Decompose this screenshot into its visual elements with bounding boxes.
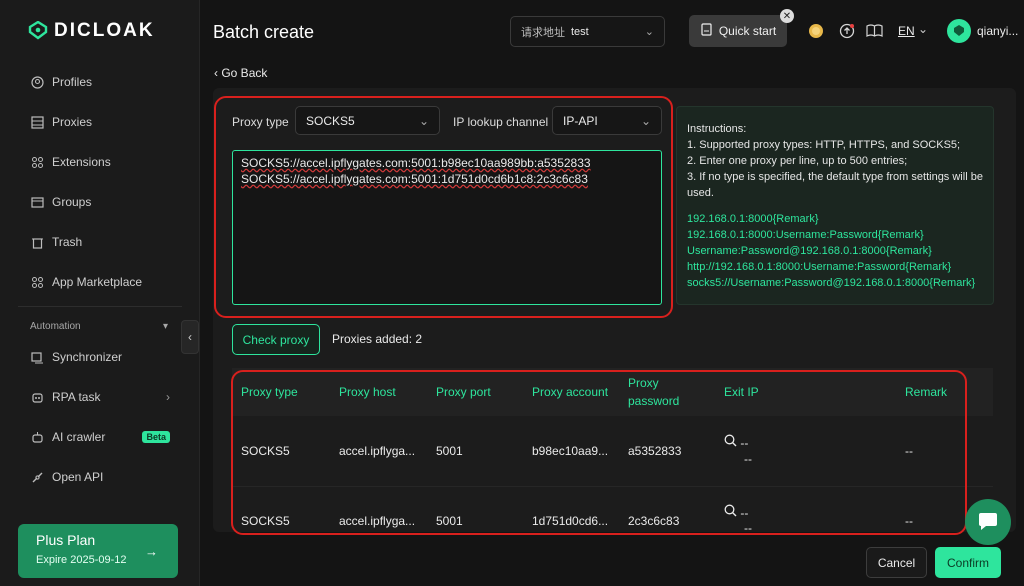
instruction-example: http://192.168.0.1:8000:Username:Passwor… [687, 261, 952, 273]
marketplace-icon [30, 275, 44, 289]
instruction-rule: 2. Enter one proxy per line, up to 500 e… [687, 155, 908, 167]
language-select[interactable]: EN [898, 24, 915, 38]
avatar[interactable] [947, 19, 971, 43]
automation-section-toggle[interactable]: Automation ▾ [18, 315, 182, 337]
trash-icon [30, 235, 44, 249]
sidebar-item-label: Extensions [52, 155, 111, 169]
chat-support-button[interactable] [965, 499, 1011, 545]
sidebar-item-label: Open API [52, 470, 104, 484]
upgrade-icon[interactable] [838, 22, 856, 40]
sidebar-nav: Profiles Proxies Extensions Groups Trash… [18, 62, 182, 497]
coin-icon[interactable] [807, 22, 825, 40]
sidebar-item-label: Trash [52, 235, 83, 249]
go-back-link[interactable]: ‹ Go Back [214, 66, 267, 80]
divider [18, 306, 182, 307]
instruction-rule: 3. If no type is specified, the default … [687, 171, 983, 199]
go-back-label: Go Back [221, 66, 268, 80]
chevron-down-icon: ⌄ [918, 22, 929, 36]
instructions-box: Instructions: 1. Supported proxy types: … [676, 106, 994, 305]
logo-icon [28, 21, 48, 40]
instruction-rule: 1. Supported proxy types: HTTP, HTTPS, a… [687, 139, 961, 151]
instruction-example: 192.168.0.1:8000:Username:Password{Remar… [687, 229, 924, 241]
highlight-box-table [231, 370, 967, 535]
request-address-select[interactable]: 请求地址 test ⌄ [510, 16, 665, 47]
ai-crawler-icon [30, 430, 44, 444]
close-icon[interactable]: ✕ [780, 9, 794, 23]
sidebar-item-trash[interactable]: Trash [18, 222, 182, 262]
brand-name: DICLOAK [54, 20, 155, 41]
instructions-title: Instructions: [687, 123, 747, 135]
docs-icon[interactable] [865, 22, 883, 40]
sidebar-item-label: App Marketplace [52, 275, 143, 289]
book-icon [700, 23, 713, 39]
sidebar-item-label: AI crawler [52, 430, 106, 444]
quick-start-button[interactable]: Quick start [689, 15, 787, 47]
check-proxy-button[interactable]: Check proxy [232, 324, 320, 355]
logo[interactable]: DICLOAK [28, 20, 155, 42]
proxies-added-count: Proxies added: 2 [332, 332, 423, 346]
synchronizer-icon [30, 350, 44, 364]
sidebar-collapse-button[interactable]: ‹ [181, 320, 199, 354]
sidebar-item-app-marketplace[interactable]: App Marketplace [18, 262, 182, 302]
beta-badge: Beta [142, 431, 170, 443]
rpa-icon [30, 390, 44, 404]
sidebar-item-label: Groups [52, 195, 92, 209]
chat-icon [979, 513, 997, 530]
sidebar-item-rpa-task[interactable]: RPA task › [18, 377, 182, 417]
page-title: Batch create [213, 22, 315, 42]
extensions-icon [30, 155, 44, 169]
instruction-example: socks5://Username:Password@192.168.0.1:8… [687, 277, 976, 289]
plan-name: Plus Plan [36, 532, 96, 548]
request-label: 请求地址 [521, 26, 565, 39]
sidebar-item-groups[interactable]: Groups [18, 182, 182, 222]
instruction-example: 192.168.0.1:8000{Remark} [687, 213, 819, 225]
sidebar-item-synchronizer[interactable]: Synchronizer [18, 337, 182, 377]
chevron-right-icon: › [166, 390, 170, 404]
username[interactable]: qianyi... [977, 24, 1018, 38]
instruction-example: Username:Password@192.168.0.1:8000{Remar… [687, 245, 932, 257]
plan-expiry: Expire 2025-09-12 [36, 554, 127, 566]
proxies-icon [30, 115, 44, 129]
sidebar: DICLOAK Profiles Proxies Extensions Grou… [0, 0, 200, 586]
sidebar-item-open-api[interactable]: Open API [18, 457, 182, 497]
quick-start-label: Quick start [718, 24, 777, 38]
highlight-box-form [214, 96, 673, 318]
sidebar-item-ai-crawler[interactable]: AI crawler Beta [18, 417, 182, 457]
caret-down-icon: ▾ [162, 320, 168, 332]
section-label: Automation [30, 320, 81, 332]
arrow-right-icon: → [145, 544, 158, 559]
plan-card[interactable]: Plus Plan Expire 2025-09-12 → [18, 524, 178, 578]
sidebar-item-label: RPA task [52, 390, 101, 404]
api-icon [30, 470, 44, 484]
sidebar-item-label: Synchronizer [52, 350, 123, 364]
groups-icon [30, 195, 44, 209]
sidebar-item-label: Profiles [52, 75, 93, 89]
sidebar-item-extensions[interactable]: Extensions [18, 142, 182, 182]
request-value: test [571, 25, 589, 38]
profiles-icon [30, 75, 44, 89]
sidebar-item-profiles[interactable]: Profiles [18, 62, 182, 102]
chevron-left-icon: ‹ [188, 330, 192, 344]
sidebar-item-proxies[interactable]: Proxies [18, 102, 182, 142]
sidebar-item-label: Proxies [52, 115, 93, 129]
confirm-button[interactable]: Confirm [935, 547, 1001, 578]
cancel-button[interactable]: Cancel [866, 547, 927, 578]
chevron-down-icon: ⌄ [644, 26, 654, 38]
